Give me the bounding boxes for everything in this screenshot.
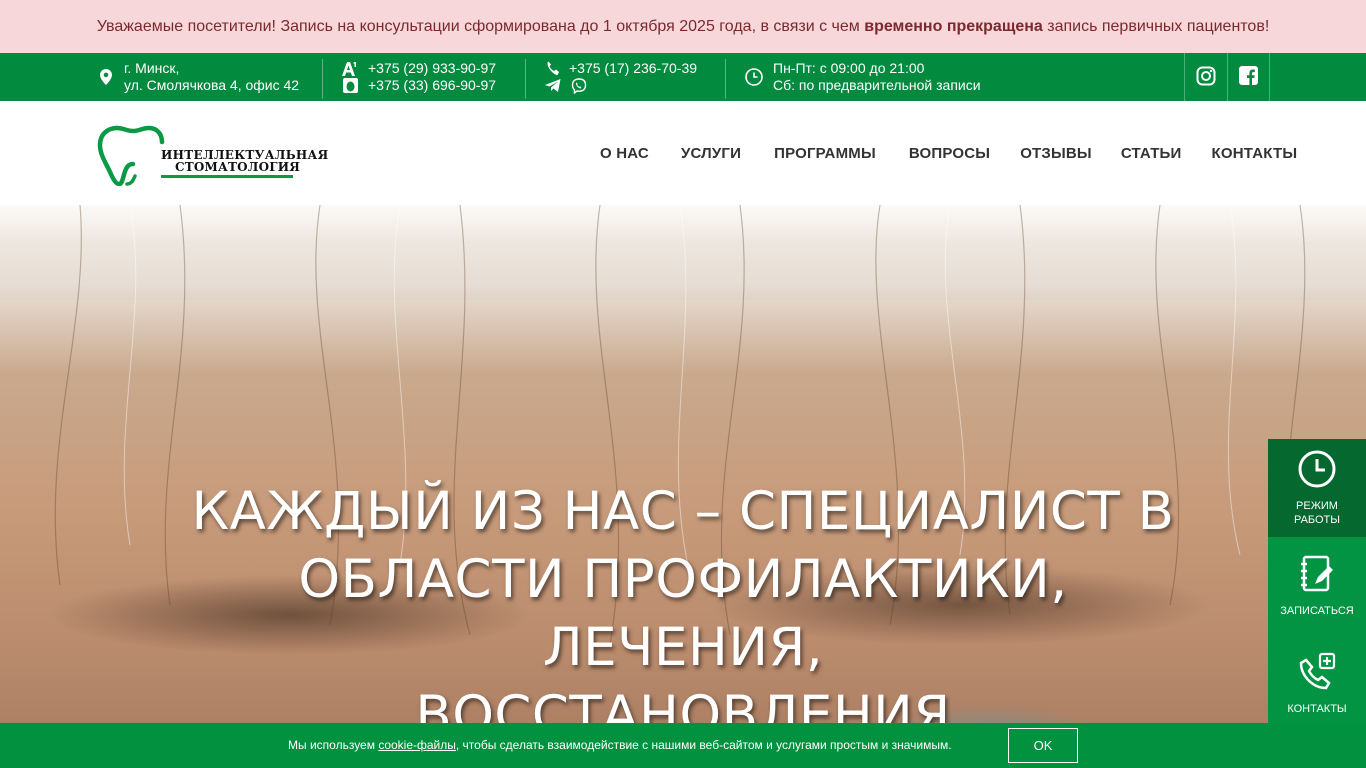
- viber-icon[interactable]: [571, 77, 587, 94]
- a1-operator-icon: [342, 61, 358, 76]
- phone-icon: [545, 61, 561, 77]
- phone-plus-icon: [1297, 652, 1337, 696]
- hours-weekdays: Пн-Пт: с 09:00 до 21:00: [773, 60, 925, 76]
- cookie-text-start: Мы используем: [288, 738, 379, 752]
- signup-widget[interactable]: ЗАПИСАТЬСЯ: [1268, 537, 1366, 635]
- instagram-icon: [1196, 66, 1216, 89]
- main-nav: О НАС УСЛУГИ ПРОГРАММЫ ВОПРОСЫ ОТЗЫВЫ СТ…: [600, 101, 1297, 205]
- working-hours-label-line-1: РЕЖИМ: [1296, 500, 1338, 512]
- address-street: ул. Смолячкова 4, офис 42: [124, 77, 300, 93]
- working-hours-label-line-2: РАБОТЫ: [1293, 514, 1341, 526]
- cookie-text-end: , чтобы сделать взаимодействие с нашими …: [455, 738, 952, 752]
- facebook-link[interactable]: [1227, 53, 1270, 101]
- top-info-bar: г. Минск, ул. Смолячкова 4, офис 42 +375…: [0, 53, 1366, 101]
- facebook-icon: [1239, 66, 1258, 88]
- announcement-text: Уважаемые посетители! Запись на консульт…: [97, 18, 1270, 36]
- phone-link-mts[interactable]: +375 (33) 696-90-97: [368, 77, 496, 94]
- nav-item-questions[interactable]: ВОПРОСЫ: [909, 145, 990, 162]
- hours-block: Пн-Пт: с 09:00 до 21:00 Сб: по предварит…: [745, 59, 981, 95]
- nav-item-about[interactable]: О НАС: [600, 145, 649, 162]
- mts-operator-icon: [342, 78, 358, 93]
- phone-link-landline[interactable]: +375 (17) 236-70-39: [569, 60, 697, 77]
- hours-saturday: Сб: по предварительной записи: [773, 77, 981, 93]
- signup-label: ЗАПИСАТЬСЯ: [1280, 605, 1354, 617]
- instagram-link[interactable]: [1184, 53, 1227, 101]
- phone-link-a1[interactable]: +375 (29) 933-90-97: [368, 60, 496, 77]
- divider: [322, 59, 323, 99]
- telegram-icon[interactable]: [545, 79, 561, 92]
- cookie-banner: Мы используем cookie-файлы, чтобы сделат…: [0, 723, 1366, 768]
- divider: [525, 59, 526, 99]
- working-hours-widget[interactable]: РЕЖИМ РАБОТЫ: [1268, 439, 1366, 537]
- nav-item-reviews[interactable]: ОТЗЫВЫ: [1020, 145, 1092, 162]
- divider: [725, 59, 726, 99]
- announcement-text-end: запись первичных пациентов!: [1042, 17, 1270, 35]
- clock-icon: [1297, 449, 1337, 493]
- signup-form-icon: [1297, 554, 1337, 598]
- cookie-ok-button[interactable]: OK: [1008, 728, 1078, 763]
- contacts-label: КОНТАКТЫ: [1287, 703, 1347, 715]
- hero-title-line-2: ОБЛАСТИ ПРОФИЛАКТИКИ, ЛЕЧЕНИЯ,: [298, 549, 1068, 678]
- logo-line-2: СТОМАТОЛОГИЯ: [175, 160, 301, 174]
- working-hours-label: РЕЖИМ РАБОТЫ: [1294, 499, 1340, 527]
- address-block: г. Минск, ул. Смолячкова 4, офис 42: [98, 59, 299, 95]
- address-city: г. Минск,: [124, 60, 180, 76]
- logo-underline: [161, 175, 293, 178]
- map-pin-icon: [98, 69, 114, 85]
- landline-block: +375 (17) 236-70-39: [545, 59, 697, 95]
- nav-item-articles[interactable]: СТАТЬИ: [1121, 145, 1182, 162]
- contacts-widget[interactable]: КОНТАКТЫ: [1268, 635, 1366, 733]
- cookie-text: Мы используем cookie-файлы, чтобы сделат…: [288, 738, 952, 752]
- announcement-text-bold: временно прекращена: [864, 17, 1043, 35]
- nav-item-programs[interactable]: ПРОГРАММЫ: [774, 145, 876, 162]
- hero-title: КАЖДЫЙ ИЗ НАС – СПЕЦИАЛИСТ В ОБЛАСТИ ПРО…: [150, 478, 1216, 750]
- nav-item-services[interactable]: УСЛУГИ: [681, 145, 741, 162]
- hero-title-line-1: КАЖДЫЙ ИЗ НАС – СПЕЦИАЛИСТ В: [191, 481, 1175, 542]
- cookie-policy-link[interactable]: cookie-файлы: [378, 738, 456, 752]
- side-widgets: РЕЖИМ РАБОТЫ ЗАПИСАТЬСЯ КОНТАКТЫ: [1268, 439, 1366, 733]
- hero-banner: КАЖДЫЙ ИЗ НАС – СПЕЦИАЛИСТ В ОБЛАСТИ ПРО…: [0, 205, 1366, 768]
- site-header: ИНТЕЛЛЕКТУАЛЬНАЯ СТОМАТОЛОГИЯ О НАС УСЛУ…: [0, 101, 1366, 205]
- mobile-phones-block: +375 (29) 933-90-97 +375 (33) 696-90-97: [342, 59, 496, 95]
- clock-icon: [745, 68, 763, 86]
- announcement-bar: Уважаемые посетители! Запись на консульт…: [0, 0, 1366, 53]
- nav-item-contacts[interactable]: КОНТАКТЫ: [1212, 145, 1298, 162]
- announcement-text-start: Уважаемые посетители! Запись на консульт…: [96, 17, 865, 35]
- site-logo[interactable]: ИНТЕЛЛЕКТУАЛЬНАЯ СТОМАТОЛОГИЯ: [97, 122, 328, 187]
- tooth-logo-icon: [97, 122, 169, 191]
